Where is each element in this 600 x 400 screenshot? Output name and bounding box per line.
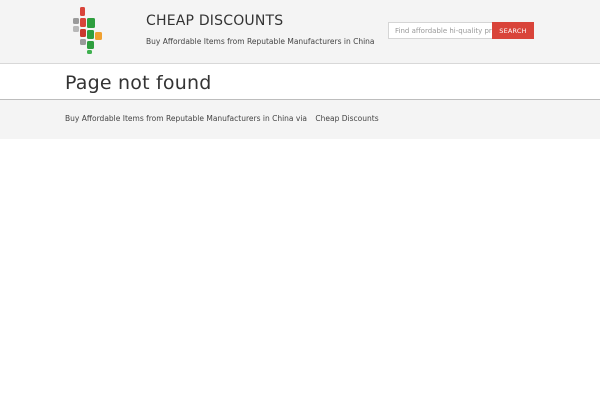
logo-block-right-green: [87, 18, 95, 28]
logo-block-orange: [95, 32, 102, 40]
footer-credit-text: Buy Affordable Items from Reputable Manu…: [65, 114, 308, 123]
search-form: SEARCH: [388, 22, 534, 39]
search-button[interactable]: SEARCH: [492, 22, 534, 39]
site-title-link[interactable]: CHEAP DISCOUNTS: [146, 13, 283, 29]
search-input[interactable]: [388, 22, 492, 39]
logo-block-low-gray: [80, 39, 86, 45]
site-tagline: Buy Affordable Items from Reputable Manu…: [146, 37, 375, 46]
logo-block-left-gray-2: [73, 26, 79, 32]
page-title: Page not found: [65, 72, 212, 94]
site-footer: Buy Affordable Items from Reputable Manu…: [0, 100, 600, 139]
footer-site-link[interactable]: Cheap Discounts: [315, 114, 378, 123]
logo-block-mid-green: [87, 30, 94, 39]
site-header: CHEAP DISCOUNTS Buy Affordable Items fro…: [0, 0, 600, 64]
footer-text: Buy Affordable Items from Reputable Manu…: [65, 114, 379, 123]
logo-block-left-gray: [73, 18, 79, 24]
logo-block-low-green: [87, 41, 94, 49]
site-logo-icon[interactable]: [72, 6, 108, 54]
logo-block-mid-red: [80, 29, 86, 37]
logo-block-center-red: [80, 18, 86, 27]
logo-block-bottom-green: [87, 50, 92, 54]
logo-block-top-red: [80, 7, 85, 16]
